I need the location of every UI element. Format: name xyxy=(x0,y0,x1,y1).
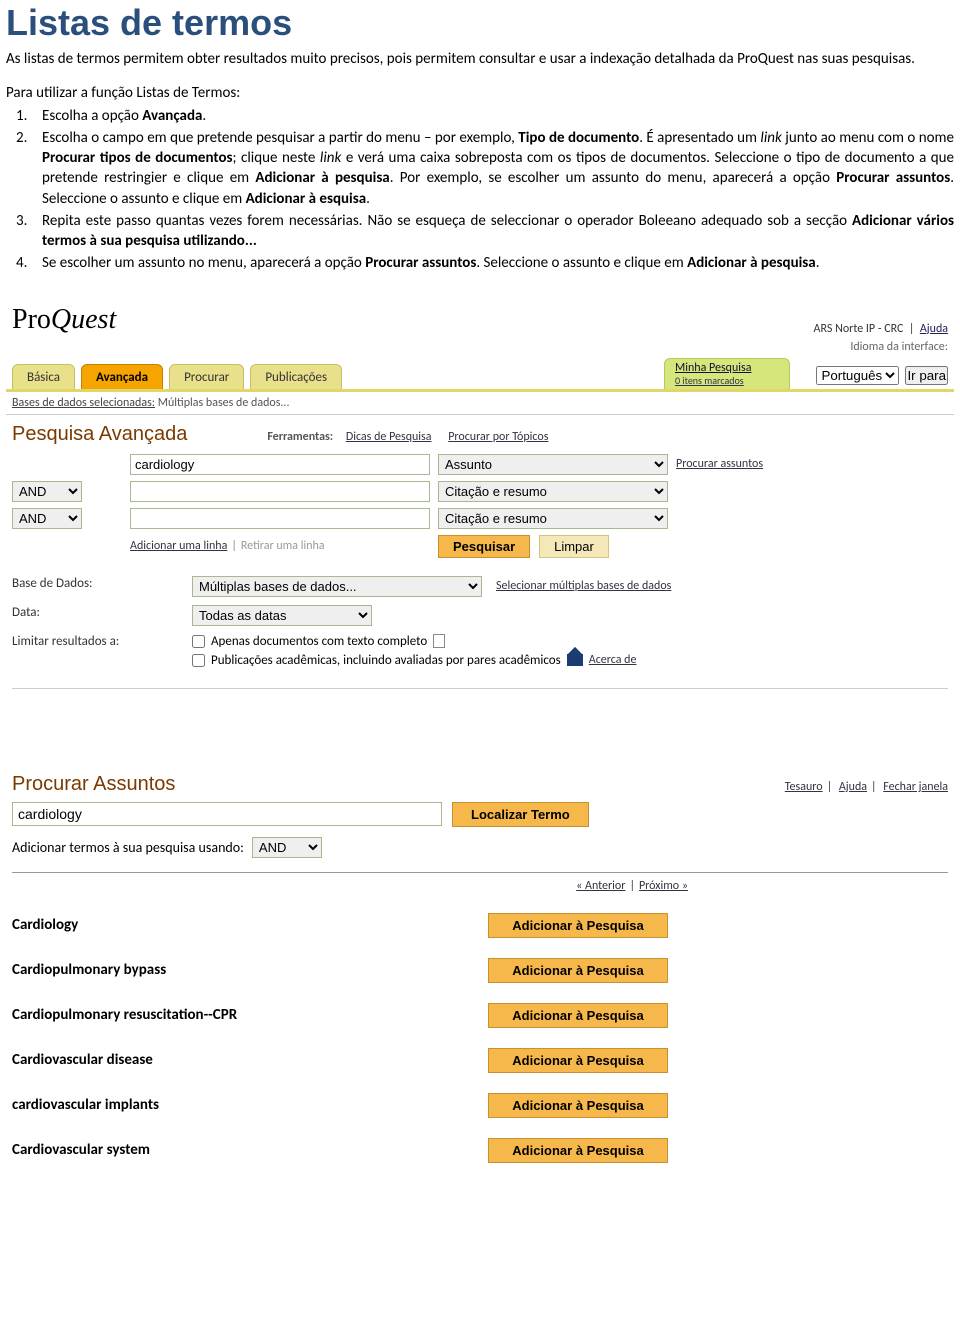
subject-term: Cardiopulmonary bypass xyxy=(12,961,488,979)
proquest-panel: ProQuest ARS Norte IP - CRC | Ajuda . Id… xyxy=(6,304,954,693)
scholarly-label: Publicações acadêmicas, incluindo avalia… xyxy=(211,653,561,668)
intro-paragraph: As listas de termos permitem obter resul… xyxy=(6,50,954,70)
lookup-subjects-link[interactable]: Procurar assuntos xyxy=(676,457,876,471)
lookup-help-link[interactable]: Ajuda xyxy=(839,780,867,794)
go-button[interactable]: Ir para xyxy=(905,366,948,385)
operator-select-1[interactable]: AND xyxy=(12,481,82,502)
date-label: Data: xyxy=(12,605,172,626)
scholarly-checkbox[interactable] xyxy=(192,654,205,667)
lang-label: Idioma da interface: xyxy=(850,340,948,354)
date-select[interactable]: Todas as datas xyxy=(192,605,372,626)
step-1: 1. Escolha a opção Avançada. xyxy=(42,106,954,126)
operator-select-2[interactable]: AND xyxy=(12,508,82,529)
my-research-title: Minha Pesquisa xyxy=(675,362,752,375)
tab-basica[interactable]: Básica xyxy=(12,364,75,389)
term-input-3[interactable] xyxy=(130,508,430,529)
step-4: 4. Se escolher um assunto no menu, apare… xyxy=(42,253,954,273)
step-2: 2. Escolha o campo em que pretende pesqu… xyxy=(42,128,954,209)
document-icon xyxy=(433,634,445,648)
tab-publicacoes[interactable]: Publicações xyxy=(250,364,342,389)
add-to-search-button[interactable]: Adicionar à Pesquisa xyxy=(488,1003,668,1028)
fulltext-checkbox[interactable] xyxy=(192,635,205,648)
add-to-search-button[interactable]: Adicionar à Pesquisa xyxy=(488,1093,668,1118)
page-title: Listas de termos xyxy=(6,2,954,44)
list-item: Cardiology Adicionar à Pesquisa xyxy=(12,903,948,948)
pager: « Anterior|Próximo » xyxy=(12,879,948,893)
lead-line: Para utilizar a função Listas de Termos: xyxy=(6,84,954,102)
field-select-2[interactable]: Citação e resumo xyxy=(438,481,668,502)
add-using-label: Adicionar termos à sua pesquisa usando: xyxy=(12,839,244,856)
add-to-search-button[interactable]: Adicionar à Pesquisa xyxy=(488,958,668,983)
clear-button[interactable]: Limpar xyxy=(539,535,609,558)
subject-term: cardiovascular implants xyxy=(12,1096,488,1114)
steps-list: 1. Escolha a opção Avançada. 2. Escolha … xyxy=(6,106,954,274)
language-select[interactable]: Português xyxy=(816,366,899,385)
graduation-cap-icon xyxy=(567,654,583,666)
list-item: Cardiovascular disease Adicionar à Pesqu… xyxy=(12,1038,948,1083)
step-3: 3. Repita este passo quantas vezes forem… xyxy=(42,211,954,252)
top-links: ARS Norte IP - CRC | Ajuda xyxy=(814,322,948,336)
db-select[interactable]: Múltiplas bases de dados... xyxy=(192,576,482,597)
help-link[interactable]: Ajuda xyxy=(920,322,948,336)
add-to-search-button[interactable]: Adicionar à Pesquisa xyxy=(488,1138,668,1163)
next-link[interactable]: Próximo » xyxy=(639,879,688,893)
my-research-count: 0 itens marcados xyxy=(675,375,752,386)
term-input-2[interactable] xyxy=(130,481,430,502)
add-to-search-button[interactable]: Adicionar à Pesquisa xyxy=(488,913,668,938)
lookup-heading: Procurar Assuntos xyxy=(12,773,175,796)
advanced-search-heading: Pesquisa Avançada xyxy=(12,423,187,446)
subject-term: Cardiovascular system xyxy=(12,1141,488,1159)
list-item: Cardiopulmonary resuscitation--CPR Adici… xyxy=(12,993,948,1038)
subject-list: Cardiology Adicionar à Pesquisa Cardiopu… xyxy=(12,903,948,1173)
thesaurus-link[interactable]: Tesauro xyxy=(785,780,823,794)
lookup-term-input[interactable] xyxy=(12,802,442,826)
filters: Base de Dados: Múltiplas bases de dados.… xyxy=(12,576,948,672)
db-bar: Bases de dados selecionadas: Múltiplas b… xyxy=(6,392,954,415)
search-button[interactable]: Pesquisar xyxy=(438,535,530,558)
limit-label: Limitar resultados a: xyxy=(12,634,172,672)
list-item: Cardiopulmonary bypass Adicionar à Pesqu… xyxy=(12,948,948,993)
db-label: Base de Dados: xyxy=(12,576,172,597)
row-links: Adicionar uma linha|Retirar uma linha xyxy=(130,539,430,553)
add-operator-select[interactable]: AND xyxy=(252,837,322,858)
proquest-logo: ProQuest xyxy=(12,304,116,336)
find-term-button[interactable]: Localizar Termo xyxy=(452,802,589,827)
divider xyxy=(12,688,948,689)
tools-row: Ferramentas: Dicas de Pesquisa Procurar … xyxy=(267,430,562,444)
field-select-3[interactable]: Citação e resumo xyxy=(438,508,668,529)
list-item: cardiovascular implants Adicionar à Pesq… xyxy=(12,1083,948,1128)
select-multiple-db-link[interactable]: Selecionar múltiplas bases de dados xyxy=(496,579,671,593)
subject-term: Cardiopulmonary resuscitation--CPR xyxy=(12,1006,488,1024)
list-item: Cardiovascular system Adicionar à Pesqui… xyxy=(12,1128,948,1173)
close-window-link[interactable]: Fechar janela xyxy=(883,780,948,794)
tab-avancada[interactable]: Avançada xyxy=(81,364,163,389)
lookup-divider xyxy=(12,872,948,873)
fulltext-label: Apenas documentos com texto completo xyxy=(211,634,427,649)
search-grid: Assunto Procurar assuntos AND Citação e … xyxy=(12,454,948,558)
add-row-link[interactable]: Adicionar uma linha xyxy=(130,539,227,553)
search-topics-link[interactable]: Procurar por Tópicos xyxy=(448,430,548,444)
org-name: ARS Norte IP - CRC xyxy=(814,322,904,336)
tab-procurar[interactable]: Procurar xyxy=(169,364,244,389)
prev-link[interactable]: « Anterior xyxy=(576,879,625,893)
tools-label: Ferramentas: xyxy=(267,430,333,444)
my-research-tab[interactable]: Minha Pesquisa 0 itens marcados xyxy=(664,358,791,389)
db-selected-link[interactable]: Bases de dados selecionadas: xyxy=(12,396,155,410)
subject-term: Cardiovascular disease xyxy=(12,1051,488,1069)
subject-term: Cardiology xyxy=(12,916,488,934)
search-tips-link[interactable]: Dicas de Pesquisa xyxy=(346,430,432,444)
remove-row-link: Retirar uma linha xyxy=(241,539,325,553)
lookup-subjects-panel: Procurar Assuntos Tesauro| Ajuda| Fechar… xyxy=(6,773,954,1173)
term-input-1[interactable] xyxy=(130,454,430,475)
lookup-links: Tesauro| Ajuda| Fechar janela xyxy=(785,780,948,794)
about-link[interactable]: Acerca de xyxy=(589,653,637,667)
add-to-search-button[interactable]: Adicionar à Pesquisa xyxy=(488,1048,668,1073)
tab-bar: Básica Avançada Procurar Publicações Min… xyxy=(6,358,954,392)
add-using-row: Adicionar termos à sua pesquisa usando: … xyxy=(12,837,948,858)
field-select-1[interactable]: Assunto xyxy=(438,454,668,475)
